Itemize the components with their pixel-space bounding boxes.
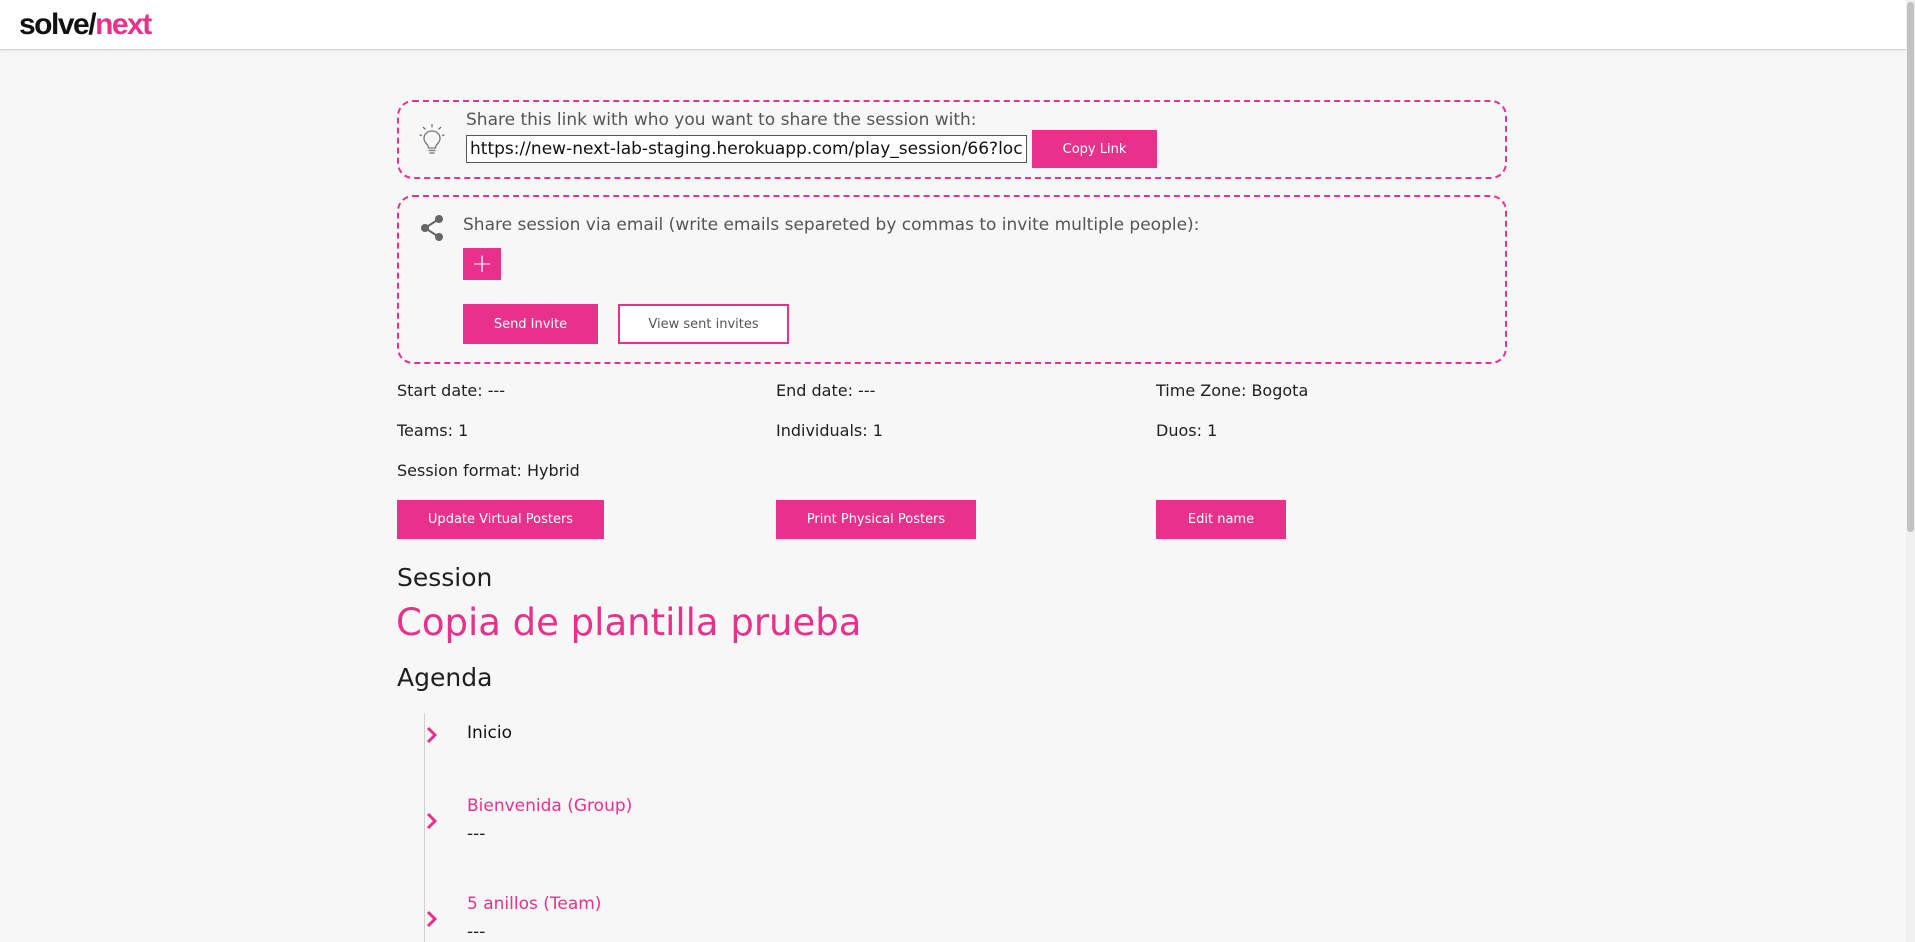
end-date: End date: --- [776,381,876,400]
share-icon [421,215,443,241]
session-heading: Session [397,563,493,592]
update-virtual-posters-button[interactable]: Update Virtual Posters [397,500,604,539]
agenda-item-label[interactable]: 5 anillos (Team) [467,894,601,914]
chevron-right-icon[interactable] [424,726,440,744]
time-zone: Time Zone: Bogota [1156,381,1309,400]
agenda-heading: Agenda [397,663,493,692]
page-scrollbar[interactable] [1906,0,1915,942]
teams-count: Teams: 1 [397,421,469,440]
share-link-label: Share this link with who you want to sha… [466,110,977,130]
agenda-item-label[interactable]: Bienvenida (Group) [467,796,632,816]
scrollbar-thumb[interactable] [1907,2,1914,532]
share-email-label: Share session via email (write emails se… [463,215,1200,235]
agenda-item-label[interactable]: Inicio [467,723,512,743]
lightbulb-icon [419,124,445,154]
start-date: Start date: --- [397,381,506,400]
share-link-input[interactable] [466,135,1027,163]
logo-text-solve: solve/ [19,8,97,41]
add-email-button[interactable]: + [463,248,501,280]
share-link-panel: Share this link with who you want to sha… [397,100,1507,179]
chevron-right-icon[interactable] [424,812,440,830]
share-email-panel: Share session via email (write emails se… [397,195,1507,364]
print-physical-posters-button[interactable]: Print Physical Posters [776,500,976,539]
send-invite-button[interactable]: Send Invite [463,304,598,344]
logo-text-next: next [95,8,152,41]
agenda-item-time: --- [467,824,486,844]
top-navbar: solve/next [0,0,1906,50]
agenda-item-time: --- [467,922,486,942]
solvenext-logo[interactable]: solve/next [19,7,152,43]
copy-link-button[interactable]: Copy Link [1032,130,1157,168]
duos-count: Duos: 1 [1156,421,1218,440]
view-sent-invites-button[interactable]: View sent invites [618,304,789,344]
edit-name-button[interactable]: Edit name [1156,500,1286,539]
session-format: Session format: Hybrid [397,461,580,480]
chevron-right-icon[interactable] [424,910,440,928]
session-name: Copia de plantilla prueba [396,601,862,644]
individuals-count: Individuals: 1 [776,421,883,440]
